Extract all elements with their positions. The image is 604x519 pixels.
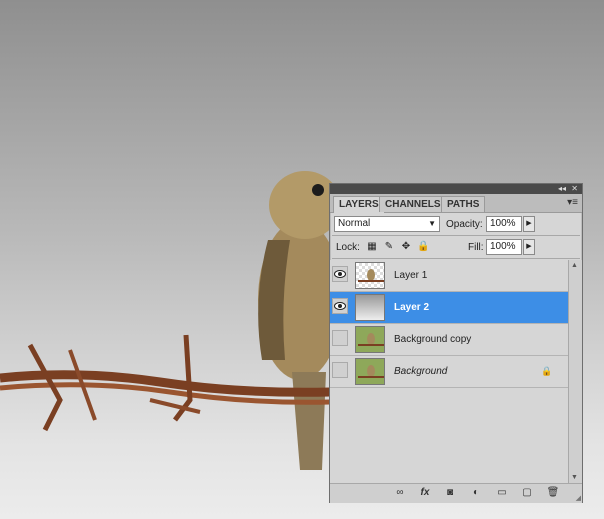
panel-footer: ∞ fx ◙ ◐ ▭ ▢ 🗑 ◢ [330, 483, 582, 503]
layer-name[interactable]: Background [394, 366, 447, 377]
lock-icon: 🔒 [541, 366, 553, 376]
scroll-down-icon[interactable]: ▼ [571, 474, 578, 481]
blend-mode-select[interactable]: Normal ▼ [334, 216, 440, 232]
opacity-label: Opacity: [446, 219, 483, 230]
layer-row-background[interactable]: Background 🔒 [330, 356, 568, 388]
lock-position-icon[interactable]: ✥ [400, 241, 412, 253]
layers-panel: ◂◂ ✕ LAYERS CHANNELS PATHS ▾≡ Normal ▼ O… [329, 183, 583, 503]
lock-image-pixels-icon[interactable]: ✎ [383, 241, 395, 253]
bird-tail [292, 372, 326, 470]
panel-menu-icon[interactable]: ▾≡ [567, 197, 578, 208]
lock-label: Lock: [336, 242, 360, 253]
visibility-eye-icon[interactable] [332, 266, 348, 282]
group-folder-icon[interactable]: ▭ [495, 487, 509, 499]
layer-thumbnail [355, 358, 385, 385]
resize-grip-icon[interactable]: ◢ [576, 494, 581, 502]
panel-tabs: LAYERS CHANNELS PATHS ▾≡ [330, 194, 582, 213]
layer-thumbnail [355, 326, 385, 353]
visibility-eye-icon[interactable] [332, 298, 348, 314]
link-icon[interactable]: ∞ [393, 487, 407, 499]
layer-row-layer-1[interactable]: Layer 1 [330, 260, 568, 292]
trash-icon[interactable]: 🗑 [546, 487, 560, 499]
layers-scrollbar[interactable]: ▲ ▼ [568, 260, 582, 483]
layer-row-background-copy[interactable]: Background copy [330, 324, 568, 356]
tab-paths[interactable]: PATHS [441, 196, 486, 212]
bird-eye [312, 184, 324, 196]
visibility-toggle-empty[interactable] [332, 362, 348, 378]
opacity-field[interactable]: 100% [486, 216, 522, 232]
opacity-slider-button[interactable]: ▶ [523, 216, 535, 232]
layer-name[interactable]: Layer 2 [394, 302, 429, 313]
fx-icon[interactable]: fx [418, 487, 432, 499]
layer-thumbnail [355, 294, 385, 321]
adjustment-icon[interactable]: ◐ [469, 487, 483, 499]
scroll-up-icon[interactable]: ▲ [571, 262, 578, 269]
tab-layers[interactable]: LAYERS [333, 196, 385, 213]
layer-row-layer-2[interactable]: Layer 2 [330, 292, 568, 324]
barb [149, 398, 201, 414]
divider [332, 258, 580, 259]
panel-title-strip[interactable]: ◂◂ ✕ [330, 184, 582, 194]
lock-all-icon[interactable]: 🔒 [417, 241, 429, 253]
blend-mode-value: Normal [338, 218, 371, 229]
layers-list: Layer 1 Layer 2 Background copy Backgrou… [330, 260, 568, 483]
collapse-panel-icon[interactable]: ◂◂ [558, 184, 566, 194]
divider [332, 235, 580, 236]
chevron-down-icon: ▼ [428, 219, 436, 228]
visibility-toggle-empty[interactable] [332, 330, 348, 346]
tab-channels[interactable]: CHANNELS [379, 196, 447, 212]
fill-slider-button[interactable]: ▶ [523, 239, 535, 255]
close-panel-icon[interactable]: ✕ [571, 184, 578, 194]
new-layer-icon[interactable]: ▢ [520, 487, 534, 499]
fill-field[interactable]: 100% [486, 239, 522, 255]
mask-icon[interactable]: ◙ [443, 487, 457, 499]
layer-thumbnail [355, 262, 385, 289]
layer-name[interactable]: Background copy [394, 334, 471, 345]
layer-name[interactable]: Layer 1 [394, 270, 427, 281]
fill-label: Fill: [468, 242, 484, 253]
lock-transparent-pixels-icon[interactable]: ▦ [366, 241, 378, 253]
